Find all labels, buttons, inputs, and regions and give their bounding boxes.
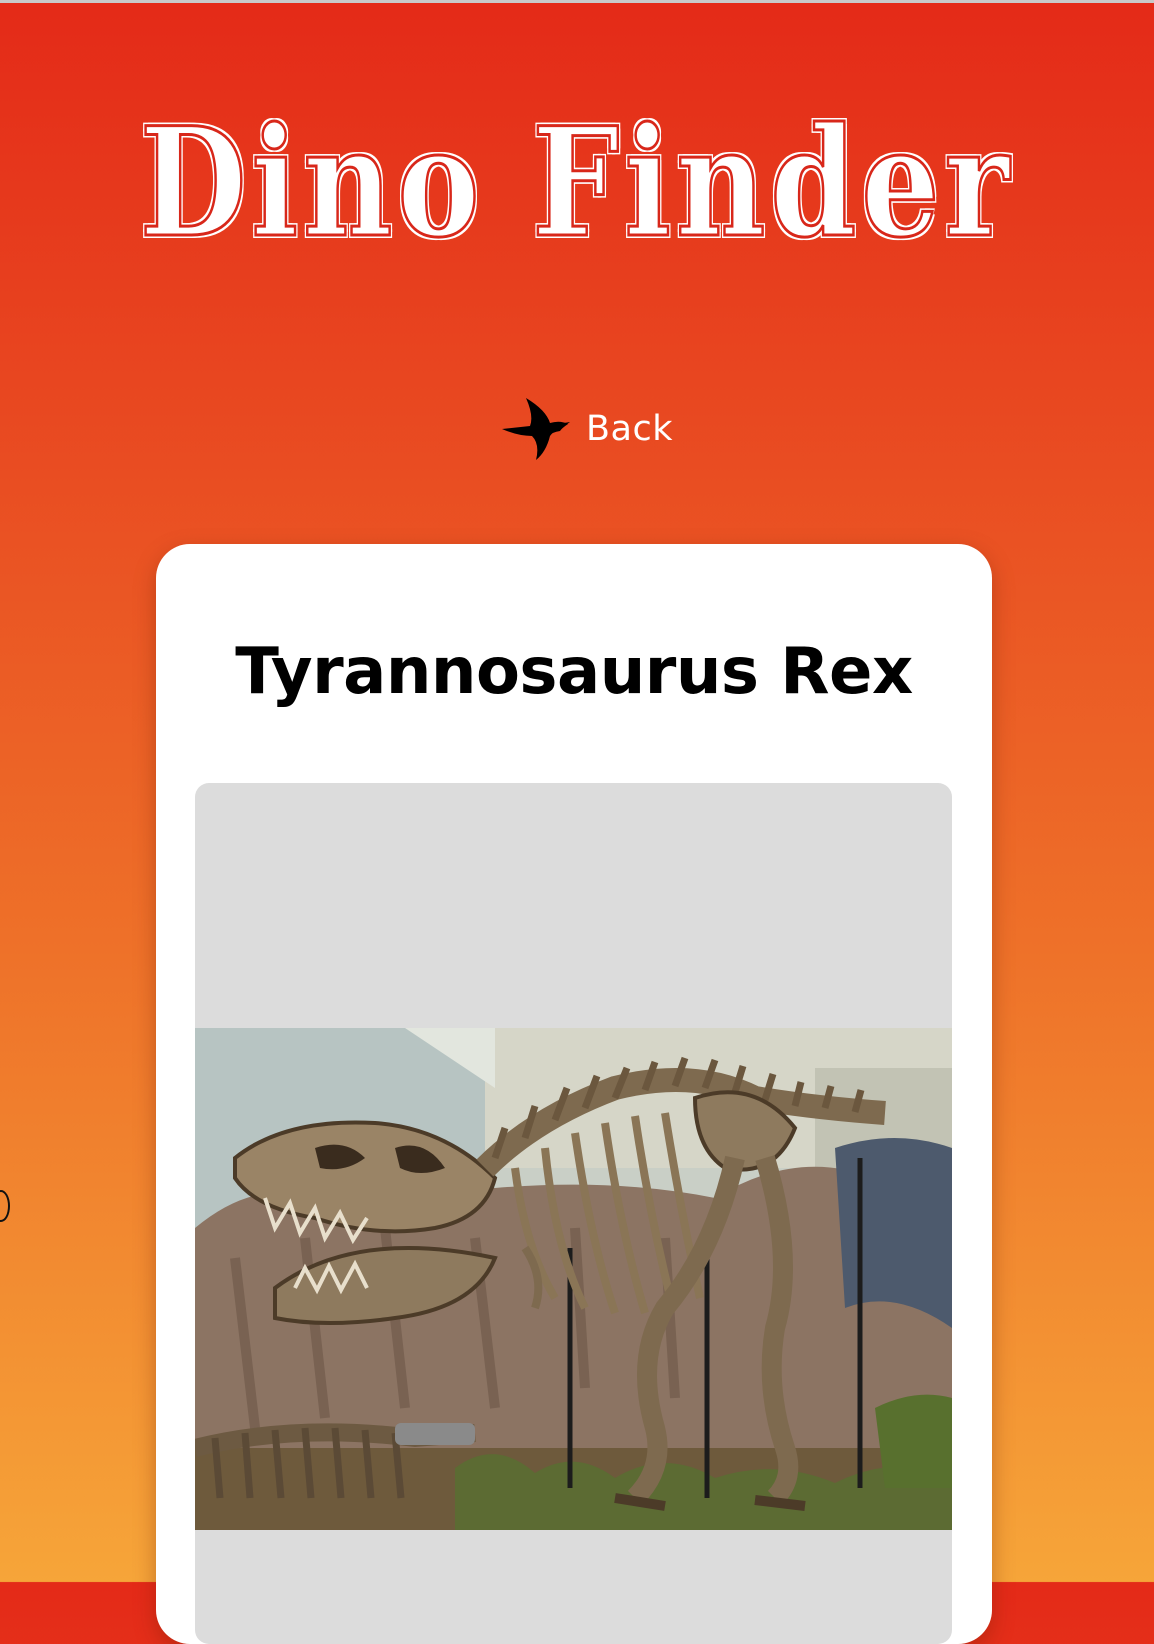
back-label: Back [586,409,673,449]
dinosaur-image-frame [195,783,952,1644]
back-button[interactable]: Back [500,396,673,462]
dinosaur-image [195,1028,952,1530]
app-logo: Dino Finder [139,95,1015,271]
top-border [0,0,1154,3]
dinosaur-name: Tyrannosaurus Rex [235,635,913,709]
edge-decoration [0,1190,10,1222]
pterodactyl-icon [502,398,570,460]
dinosaur-card: Tyrannosaurus Rex [156,544,992,1644]
